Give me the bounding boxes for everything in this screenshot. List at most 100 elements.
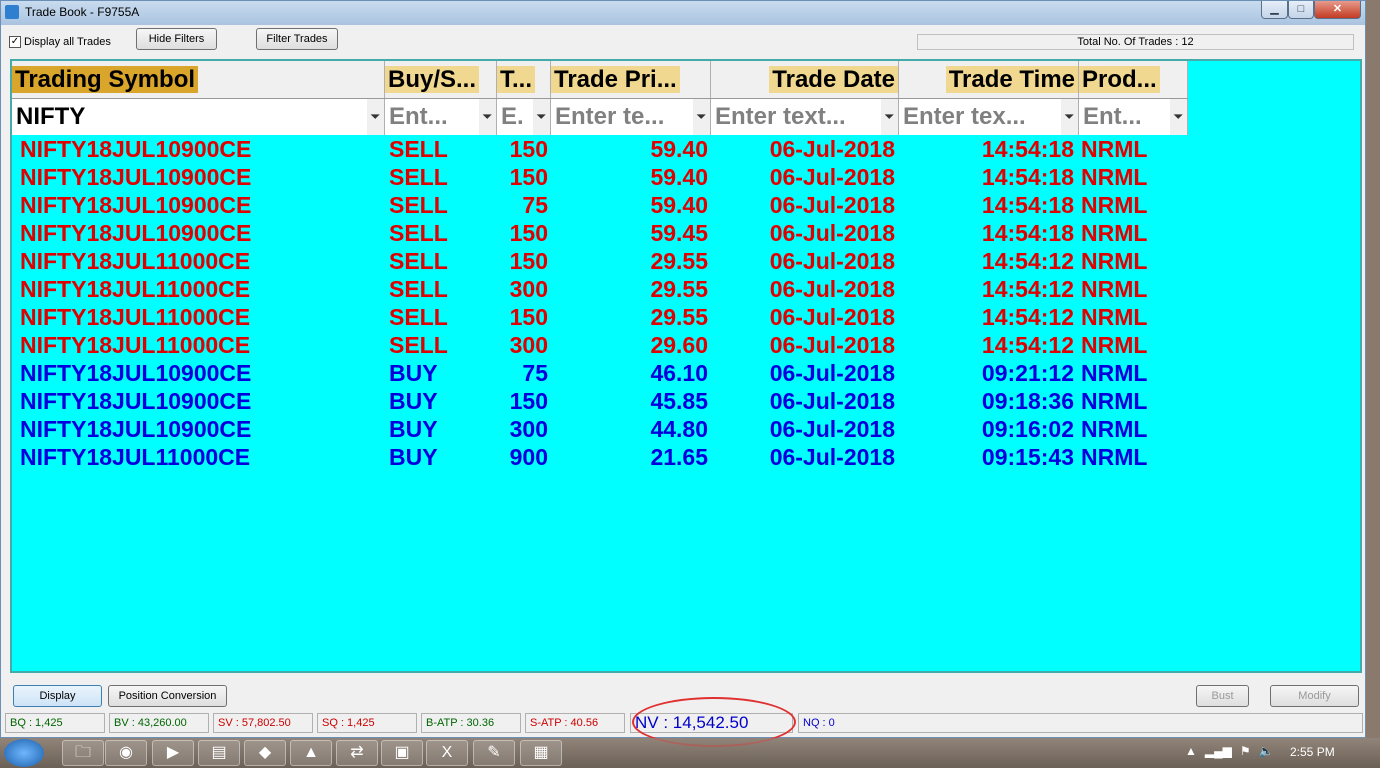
filter-input-qty[interactable]: E. [497,99,533,135]
taskbar-calculator-icon[interactable]: ▦ [520,740,562,766]
cell-trade-date: 06-Jul-2018 [769,248,895,274]
cell-qty: 150 [509,220,548,246]
position-conversion-button[interactable]: Position Conversion [108,685,227,707]
cell-trade-date: 06-Jul-2018 [769,276,895,302]
taskbar-triangle-app-icon[interactable]: ▲ [290,740,332,766]
column-header-product[interactable]: Prod... [1079,61,1188,98]
system-tray[interactable]: ▲ ▂▄▆ ⚑ 🔈 [1185,744,1274,758]
table-row[interactable]: NIFTY18JUL10900CE SELL 150 59.40 06-Jul-2018… [12,163,1188,191]
column-header-trade-date[interactable]: Trade Date [711,61,899,98]
column-header-qty[interactable]: T... [497,61,551,98]
column-header-trading-symbol[interactable]: Trading Symbol [12,61,385,98]
column-header-trade-time[interactable]: Trade Time [899,61,1079,98]
column-header-label: Prod... [1079,66,1160,93]
filter-input-trade-time[interactable]: Enter tex... [899,99,1061,135]
table-row[interactable]: NIFTY18JUL11000CE BUY 900 21.65 06-Jul-2018 0… [12,443,1188,471]
filter-funnel-icon[interactable]: ⏷ [697,111,707,123]
table-row[interactable]: NIFTY18JUL11000CE SELL 150 29.55 06-Jul-2018… [12,247,1188,275]
cell-trade-price: 59.45 [650,220,708,246]
filter-trades-button[interactable]: Filter Trades [256,28,338,50]
table-row[interactable]: NIFTY18JUL10900CE SELL 150 59.45 06-Jul-2018… [12,219,1188,247]
trade-grid[interactable]: Trading Symbol Buy/S... T... Trade Pri... Tr… [10,59,1362,673]
taskbar-media-player-icon[interactable]: ▶ [152,740,194,766]
display-button[interactable]: Display [13,685,102,707]
taskbar-chart-app-icon[interactable]: ◆ [244,740,286,766]
cell-trade-time: 14:54:12 [981,276,1074,302]
display-all-checkbox[interactable]: ✓ [9,36,21,48]
cell-product: NRML [1081,360,1148,386]
cell-qty: 150 [509,164,548,190]
cell-buy-sell: SELL [389,220,448,246]
cell-buy-sell: BUY [389,360,438,386]
table-row[interactable]: NIFTY18JUL11000CE SELL 300 29.55 06-Jul-2018… [12,275,1188,303]
cell-trade-price: 45.85 [650,388,708,414]
taskbar-notepad-icon[interactable]: ▤ [198,740,240,766]
column-header-buy-sell[interactable]: Buy/S... [385,61,497,98]
start-button[interactable] [4,739,44,767]
filter-cell-qty: E. ⏷ [497,99,551,135]
cell-trading-symbol: NIFTY18JUL10900CE [20,416,252,442]
cell-trade-time: 14:54:12 [981,248,1074,274]
show-hidden-icons-icon[interactable]: ▲ [1185,744,1197,758]
taskbar-excel-icon[interactable]: X [426,740,468,766]
taskbar-network-app-icon[interactable]: ⇄ [336,740,378,766]
grid-header: Trading Symbol Buy/S... T... Trade Pri... Tr… [12,61,1188,98]
taskbar-folder-icon[interactable]: 🗀 [62,740,104,766]
cell-trade-time: 14:54:12 [981,332,1074,358]
taskbar-window-app-icon[interactable]: ▣ [381,740,423,766]
maximize-button[interactable]: □ [1288,1,1314,19]
cell-buy-sell: SELL [389,276,448,302]
window-title: Trade Book - F9755A [25,5,140,19]
table-row[interactable]: NIFTY18JUL11000CE SELL 150 29.55 06-Jul-2018… [12,303,1188,331]
filter-cell-trade-date: Enter text... ⏷ [711,99,899,135]
filter-funnel-icon[interactable]: ⏷ [1174,111,1184,123]
filter-input-trading-symbol[interactable]: NIFTY [12,99,367,135]
taskbar-chrome-icon[interactable]: ◉ [105,740,147,766]
cell-buy-sell: SELL [389,164,448,190]
filter-funnel-icon[interactable]: ⏷ [885,111,895,123]
filter-funnel-icon[interactable]: ⏷ [1065,111,1075,123]
taskbar-pdf-icon[interactable]: ✎ [473,740,515,766]
cell-trade-time: 14:54:18 [981,136,1074,162]
bust-button[interactable]: Bust [1196,685,1249,707]
filter-funnel-icon[interactable]: ⏷ [483,111,493,123]
filter-funnel-icon[interactable]: ⏷ [537,111,547,123]
filter-funnel-icon[interactable]: ⏷ [371,111,381,123]
column-header-trade-price[interactable]: Trade Pri... [551,61,711,98]
hide-filters-button[interactable]: Hide Filters [136,28,217,50]
table-row[interactable]: NIFTY18JUL10900CE BUY 300 44.80 06-Jul-2018 0… [12,415,1188,443]
cell-trade-price: 59.40 [650,164,708,190]
filter-input-trade-date[interactable]: Enter text... [711,99,881,135]
table-row[interactable]: NIFTY18JUL10900CE SELL 150 59.40 06-Jul-2018… [12,135,1188,163]
close-button[interactable]: ✕ [1314,1,1361,19]
cell-product: NRML [1081,164,1148,190]
cell-trade-date: 06-Jul-2018 [769,388,895,414]
clock[interactable]: 2:55 PM [1290,745,1335,759]
table-row[interactable]: NIFTY18JUL10900CE SELL 75 59.40 06-Jul-2018 1… [12,191,1188,219]
filter-cell-trading-symbol: NIFTY ⏷ [12,99,385,135]
cell-trading-symbol: NIFTY18JUL10900CE [20,360,252,386]
column-header-label: Trade Date [769,66,898,93]
flag-icon[interactable]: ⚑ [1240,744,1251,758]
volume-icon[interactable]: 🔈 [1259,744,1274,758]
table-row[interactable]: NIFTY18JUL11000CE SELL 300 29.60 06-Jul-2018… [12,331,1188,359]
cell-product: NRML [1081,192,1148,218]
title-bar[interactable]: Trade Book - F9755A ▁ □ ✕ [1,1,1365,25]
minimize-button[interactable]: ▁ [1261,1,1288,19]
status-sq: SQ : 1,425 [317,713,417,733]
cell-trading-symbol: NIFTY18JUL10900CE [20,388,252,414]
filter-input-buy-sell[interactable]: Ent... [385,99,479,135]
filter-input-trade-price[interactable]: Enter te... [551,99,693,135]
cell-trade-price: 29.55 [650,304,708,330]
status-batp: B-ATP : 30.36 [421,713,521,733]
cell-qty: 150 [509,248,548,274]
column-header-label: Trading Symbol [12,66,199,93]
modify-button[interactable]: Modify [1270,685,1359,707]
display-all-trades[interactable]: ✓ Display all Trades [9,36,111,48]
cell-buy-sell: SELL [389,332,448,358]
filter-input-product[interactable]: Ent... [1079,99,1170,135]
signal-icon[interactable]: ▂▄▆ [1205,744,1232,758]
table-row[interactable]: NIFTY18JUL10900CE BUY 75 46.10 06-Jul-2018 09… [12,359,1188,387]
table-row[interactable]: NIFTY18JUL10900CE BUY 150 45.85 06-Jul-2018 0… [12,387,1188,415]
cell-qty: 300 [509,416,548,442]
